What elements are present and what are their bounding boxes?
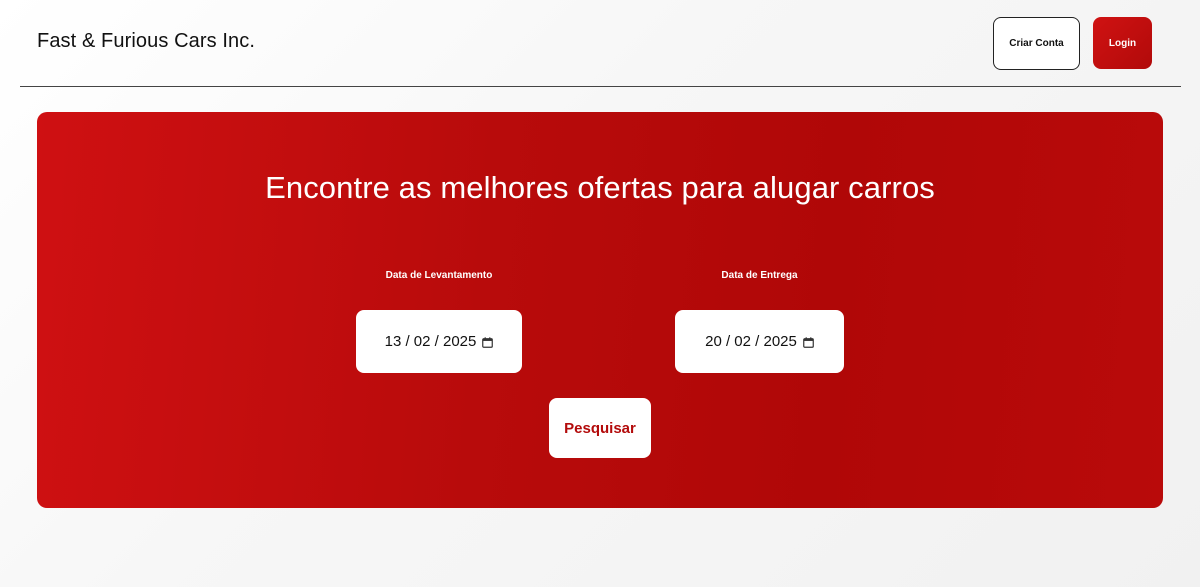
search-hero-panel: Encontre as melhores ofertas para alugar… — [37, 112, 1163, 508]
brand-name[interactable]: Fast & Furious Cars Inc. — [37, 30, 255, 53]
pickup-date-label: Data de Levantamento — [385, 270, 493, 281]
pickup-date-input[interactable]: 13 / 02 / 2025 — [356, 310, 522, 373]
search-button[interactable]: Pesquisar — [549, 398, 651, 458]
calendar-icon[interactable] — [482, 337, 494, 348]
create-account-button[interactable]: Criar Conta — [993, 17, 1080, 70]
site-header: Fast & Furious Cars Inc. Criar Conta Log… — [0, 0, 1200, 87]
hero-title: Encontre as melhores ofertas para alugar… — [265, 170, 935, 205]
header-divider — [20, 86, 1181, 87]
calendar-icon[interactable] — [803, 337, 814, 348]
return-date-label: Data de Entrega — [721, 270, 798, 281]
return-date-value: 20 / 02 / 2025 — [705, 333, 797, 350]
login-button[interactable]: Login — [1093, 17, 1152, 69]
pickup-date-value: 13 / 02 / 2025 — [384, 333, 477, 350]
return-date-input[interactable]: 20 / 02 / 2025 — [675, 310, 844, 373]
